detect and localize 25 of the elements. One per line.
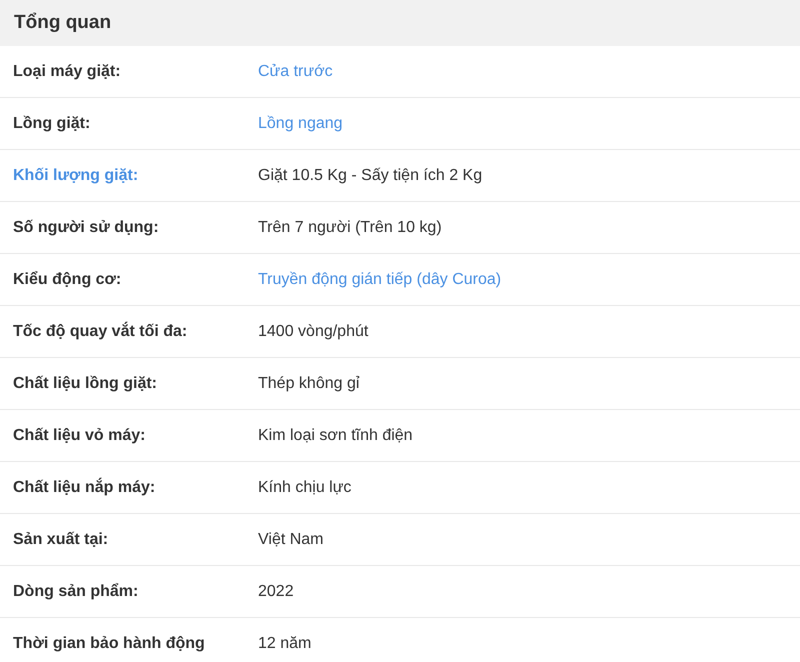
spec-value-link[interactable]: Truyền động gián tiếp (dây Curoa) [258, 270, 800, 288]
spec-label-link[interactable]: Khối lượng giặt: [13, 166, 258, 184]
spec-label: Kiểu động cơ: [13, 270, 122, 288]
spec-value: Việt Nam [258, 530, 325, 548]
spec-value: Giặt 10.5 Kg - Sấy tiện ích 2 Kg [258, 166, 484, 184]
spec-label: Chất liệu vỏ máy: [13, 426, 146, 444]
spec-value: Kim loại sơn tĩnh điện [258, 426, 414, 444]
spec-label: Số người sử dụng: [13, 218, 160, 236]
spec-value: Trên 7 người (Trên 10 kg) [258, 218, 443, 236]
spec-value: 2022 [258, 582, 295, 600]
section-title: Tổng quan [0, 0, 800, 46]
spec-label: Thời gian bảo hành động [13, 634, 206, 652]
spec-label: Chất liệu nắp máy: [13, 478, 156, 496]
spec-label: Dòng sản phẩm: [13, 582, 140, 600]
spec-value: Kính chịu lực [258, 478, 352, 496]
spec-label: Lồng giặt: [13, 114, 92, 132]
spec-value: 12 năm [258, 634, 312, 652]
spec-label: Loại máy giặt: [13, 62, 122, 80]
spec-value-link[interactable]: Cửa trước [258, 62, 800, 80]
spec-label: Sản xuất tại: [13, 530, 110, 548]
spec-label: Chất liệu lồng giặt: [13, 374, 158, 392]
spec-value: 1400 vòng/phút [258, 322, 370, 340]
spec-label: Tốc độ quay vắt tối đa: [13, 322, 188, 340]
spec-value: Thép không gỉ [258, 374, 360, 392]
spec-value-link[interactable]: Lồng ngang [258, 114, 800, 132]
